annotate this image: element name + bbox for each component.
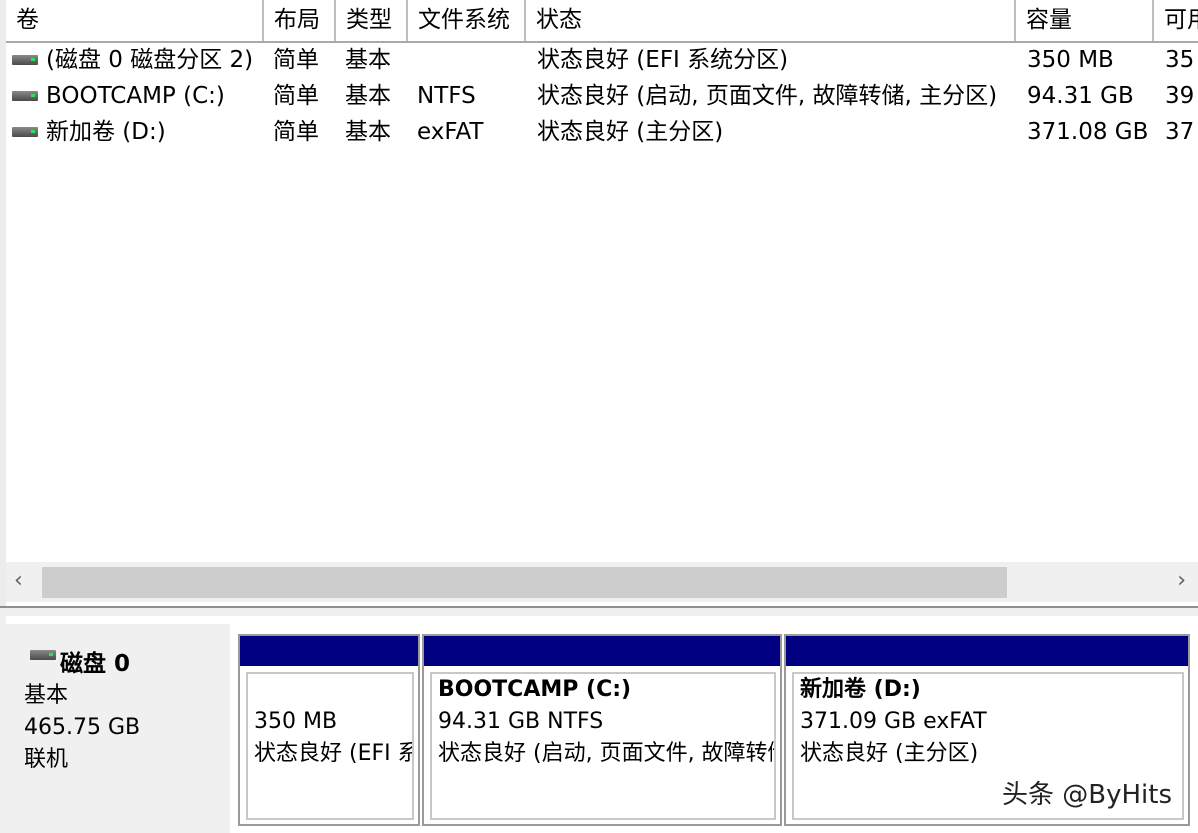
volume-capacity: 94.31 GB (1027, 83, 1134, 109)
volume-layout: 简单 (273, 83, 319, 109)
partition-size: 371.09 GB exFAT (800, 709, 987, 734)
volume-status: 状态良好 (主分区) (537, 119, 724, 145)
volume-layout: 简单 (273, 119, 319, 145)
partition-status: 状态良好 (EFI 系统分区) (254, 741, 412, 766)
scroll-right-arrow-icon[interactable]: › (1177, 568, 1186, 593)
pane-splitter[interactable] (0, 606, 1198, 616)
scroll-left-arrow-icon[interactable]: ‹ (14, 568, 23, 593)
disk-info[interactable]: 磁盘 0 基本 465.75 GB 联机 (6, 624, 230, 833)
partition-title: BOOTCAMP (C:) (438, 677, 632, 702)
column-header-free[interactable]: 可用 (1154, 0, 1198, 41)
volume-type: 基本 (345, 83, 391, 109)
volume-filesystem: NTFS (417, 83, 476, 109)
volume-name: (磁盘 0 磁盘分区 2) (46, 47, 254, 73)
drive-icon (12, 55, 38, 65)
column-header-status[interactable]: 状态 (526, 0, 1016, 41)
volume-type: 基本 (345, 47, 391, 73)
horizontal-scrollbar[interactable]: ‹ › (6, 562, 1198, 602)
volume-filesystem (417, 42, 525, 78)
partition-title: 新加卷 (D:) (800, 677, 921, 702)
drive-icon (12, 91, 38, 101)
partition-details: 350 MB 状态良好 (EFI 系统分区) (246, 672, 414, 820)
partition-c[interactable]: BOOTCAMP (C:) 94.31 GB NTFS 状态良好 (启动, 页面… (422, 634, 782, 826)
partition-status: 状态良好 (启动, 页面文件, 故障转储, 主分区) (438, 741, 774, 766)
scroll-thumb[interactable] (42, 567, 1007, 598)
disk-map: 磁盘 0 基本 465.75 GB 联机 350 MB 状态良好 (EFI 系统… (6, 616, 1198, 833)
drive-icon (30, 650, 56, 660)
column-header-capacity[interactable]: 容量 (1016, 0, 1154, 41)
partition-title (248, 674, 412, 706)
volume-capacity: 371.08 GB (1027, 119, 1149, 145)
watermark: 头条 @ByHits (1001, 780, 1172, 810)
disk-size: 465.75 GB (24, 715, 141, 740)
disk-name: 磁盘 0 (60, 651, 131, 677)
volume-status: 状态良好 (EFI 系统分区) (537, 47, 789, 73)
column-header-filesystem[interactable]: 文件系统 (408, 0, 526, 41)
volume-layout: 简单 (273, 47, 319, 73)
volume-name: 新加卷 (D:) (46, 119, 166, 145)
partition-bar (240, 636, 418, 666)
volume-name: BOOTCAMP (C:) (46, 83, 225, 109)
volume-free: 35 (1165, 47, 1195, 73)
volume-filesystem: exFAT (417, 119, 484, 145)
disk-type: 基本 (24, 683, 69, 708)
volume-list[interactable]: 卷 布局 类型 文件系统 状态 容量 可用 (磁盘 0 磁盘分区 2) 简单 基… (0, 0, 1198, 606)
partition-bar (786, 636, 1188, 666)
column-header-layout[interactable]: 布局 (264, 0, 336, 41)
volume-free: 37 (1165, 119, 1195, 145)
volume-status: 状态良好 (启动, 页面文件, 故障转储, 主分区) (537, 83, 998, 109)
partition-size: 94.31 GB NTFS (438, 709, 604, 734)
column-header-volume[interactable]: 卷 (6, 0, 264, 41)
volume-row[interactable]: BOOTCAMP (C:) 简单 基本 NTFS 状态良好 (启动, 页面文件,… (6, 78, 1198, 114)
list-header: 卷 布局 类型 文件系统 状态 容量 可用 (6, 0, 1198, 43)
drive-icon (12, 127, 38, 137)
partition-size: 350 MB (254, 709, 338, 734)
volume-row[interactable]: (磁盘 0 磁盘分区 2) 简单 基本 状态良好 (EFI 系统分区) 350 … (6, 42, 1198, 78)
partition-bar (424, 636, 780, 666)
column-header-type[interactable]: 类型 (336, 0, 408, 41)
partition-efi[interactable]: 350 MB 状态良好 (EFI 系统分区) (238, 634, 420, 826)
partition-details: BOOTCAMP (C:) 94.31 GB NTFS 状态良好 (启动, 页面… (430, 672, 776, 820)
volume-free: 39 (1165, 83, 1195, 109)
volume-type: 基本 (345, 119, 391, 145)
partition-status: 状态良好 (主分区) (800, 741, 979, 766)
volume-capacity: 350 MB (1027, 47, 1114, 73)
disk-status: 联机 (24, 747, 69, 772)
volume-row[interactable]: 新加卷 (D:) 简单 基本 exFAT 状态良好 (主分区) 371.08 G… (6, 114, 1198, 150)
